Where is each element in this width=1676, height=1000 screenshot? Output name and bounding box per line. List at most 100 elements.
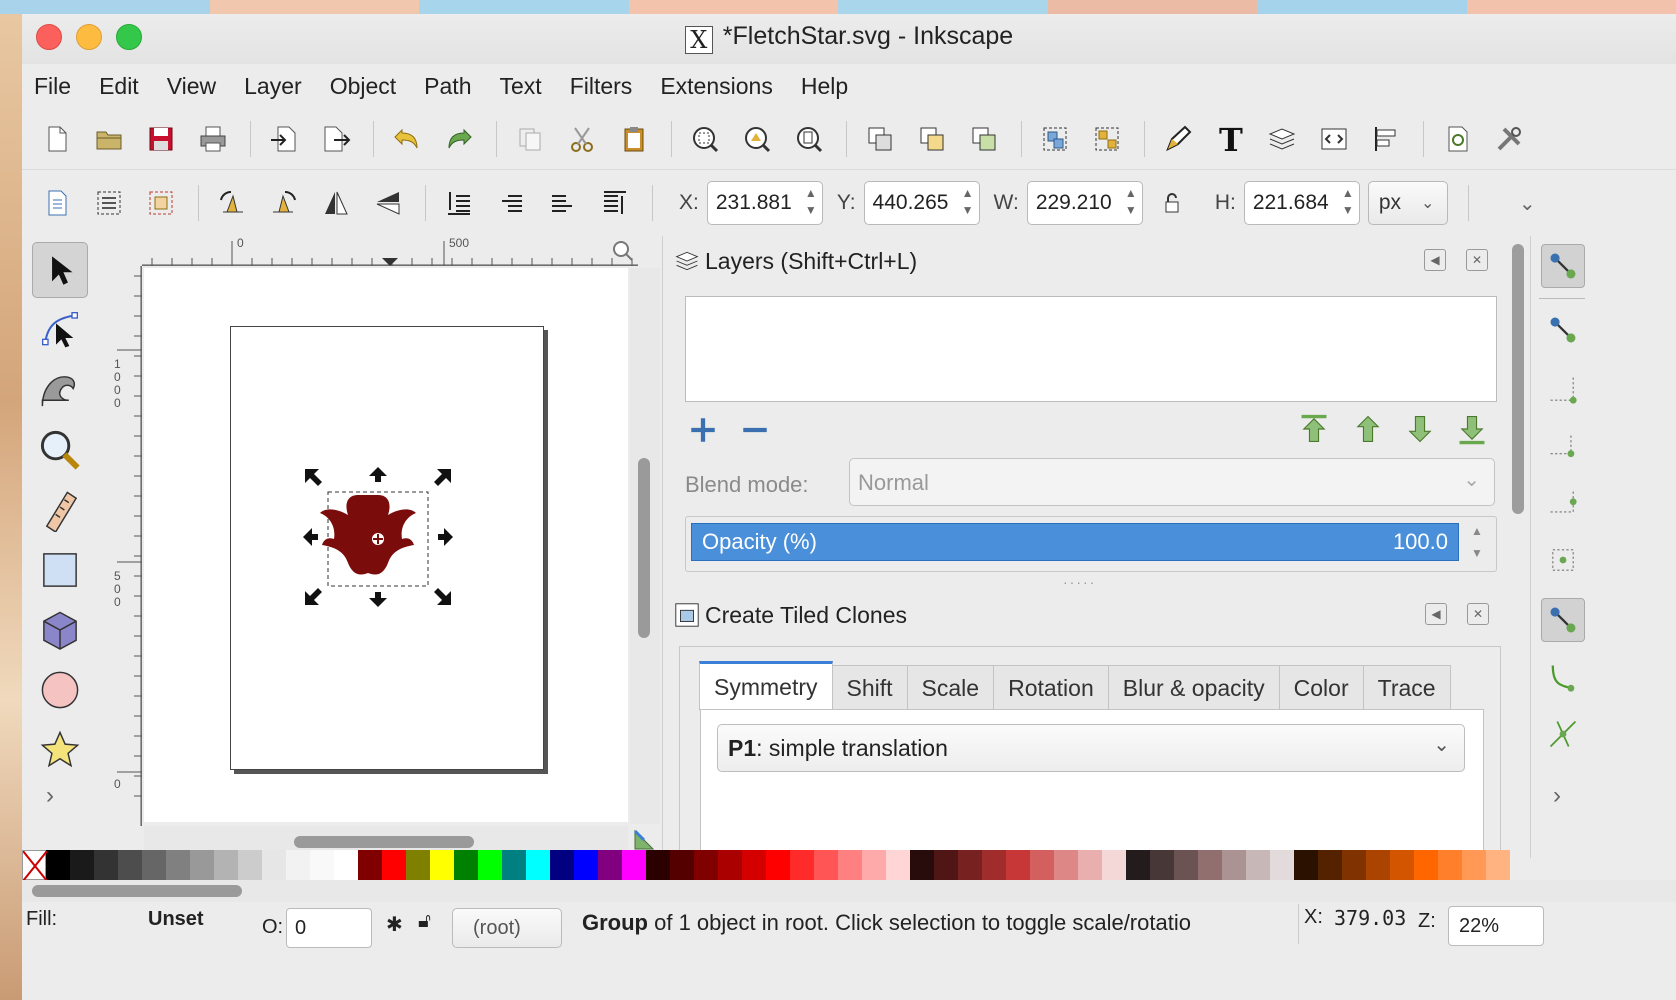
star-tool[interactable]: [32, 722, 88, 778]
layers-button[interactable]: [1261, 118, 1303, 160]
cut-button[interactable]: [561, 118, 603, 160]
tab-symmetry[interactable]: Symmetry: [699, 661, 833, 711]
palette-swatch[interactable]: [478, 850, 502, 880]
menu-text[interactable]: Text: [500, 73, 542, 100]
vertical-scroll-thumb[interactable]: [638, 458, 650, 638]
menu-edit[interactable]: Edit: [99, 73, 139, 100]
canvas-vertical-scrollbar[interactable]: [630, 268, 660, 824]
symmetry-select[interactable]: P1: simple translation ⌄: [717, 724, 1465, 772]
palette-swatch[interactable]: [766, 850, 790, 880]
opacity-spin-arrows[interactable]: ▲ ▼: [1459, 520, 1495, 566]
zoom-input[interactable]: 22%: [1448, 906, 1544, 946]
x-coordinate-input[interactable]: 231.881 ▲ ▼: [706, 181, 823, 225]
measure-tool[interactable]: [32, 482, 88, 538]
palette-swatch[interactable]: [1198, 850, 1222, 880]
node-tool[interactable]: [32, 302, 88, 358]
palette-swatch[interactable]: [310, 850, 334, 880]
unlink-clone-button[interactable]: [963, 118, 1005, 160]
layer-visibility-icon[interactable]: ✱: [386, 912, 403, 937]
layers-close-button[interactable]: ✕: [1466, 249, 1488, 271]
tab-color[interactable]: Color: [1278, 665, 1364, 711]
menu-help[interactable]: Help: [801, 73, 848, 100]
x-spin-arrows[interactable]: ▲ ▼: [803, 185, 819, 221]
palette-swatch[interactable]: [262, 850, 286, 880]
rotate-cw-button[interactable]: [263, 182, 305, 224]
palette-swatch[interactable]: [694, 850, 718, 880]
palette-swatch[interactable]: [1366, 850, 1390, 880]
palette-swatch[interactable]: [838, 850, 862, 880]
dock-scrollbar[interactable]: [1506, 236, 1530, 858]
palette-swatch[interactable]: [574, 850, 598, 880]
snap-paths-toggle[interactable]: [1541, 656, 1585, 700]
flip-horizontal-button[interactable]: [315, 182, 357, 224]
palette-swatch[interactable]: [70, 850, 94, 880]
palette-swatch[interactable]: [286, 850, 310, 880]
height-spin-arrows[interactable]: ▲ ▼: [1340, 185, 1356, 221]
flip-vertical-button[interactable]: [367, 182, 409, 224]
no-paint-swatch[interactable]: [22, 850, 48, 882]
raise-button[interactable]: [490, 182, 532, 224]
palette-swatch[interactable]: [1126, 850, 1150, 880]
lower-button[interactable]: [542, 182, 584, 224]
palette-swatch[interactable]: [934, 850, 958, 880]
add-layer-button[interactable]: [687, 414, 719, 451]
zoom-selection-button[interactable]: [684, 118, 726, 160]
more-snap-chevron-icon[interactable]: ›: [1553, 782, 1561, 810]
palette-swatch[interactable]: [406, 850, 430, 880]
tweak-tool[interactable]: [32, 362, 88, 418]
3d-box-tool[interactable]: [32, 602, 88, 658]
palette-scrollbar[interactable]: [22, 880, 1676, 902]
palette-swatch[interactable]: [550, 850, 574, 880]
menu-layer[interactable]: Layer: [244, 73, 302, 100]
menu-file[interactable]: File: [34, 73, 71, 100]
zoom-corner-button[interactable]: [608, 236, 638, 266]
palette-swatch[interactable]: [1270, 850, 1294, 880]
select-all-button[interactable]: [36, 182, 78, 224]
import-button[interactable]: [263, 118, 305, 160]
palette-swatch[interactable]: [910, 850, 934, 880]
palette-swatch[interactable]: [526, 850, 550, 880]
tiled-close-button[interactable]: ✕: [1467, 603, 1489, 625]
redo-button[interactable]: [438, 118, 480, 160]
rotate-ccw-button[interactable]: [211, 182, 253, 224]
height-input[interactable]: 221.684 ▲ ▼: [1243, 181, 1360, 225]
select-all-layers-button[interactable]: [88, 182, 130, 224]
palette-swatch[interactable]: [1006, 850, 1030, 880]
raise-to-top-button[interactable]: [438, 182, 480, 224]
y-coordinate-input[interactable]: 440.265 ▲ ▼: [863, 181, 980, 225]
dock-scroll-thumb[interactable]: [1512, 244, 1524, 514]
new-document-button[interactable]: [36, 118, 78, 160]
selector-tool[interactable]: [32, 242, 88, 298]
tab-trace[interactable]: Trace: [1362, 665, 1451, 711]
palette-swatch[interactable]: [982, 850, 1006, 880]
tab-shift[interactable]: Shift: [831, 665, 908, 711]
lower-to-bottom-button[interactable]: [594, 182, 636, 224]
palette-swatch[interactable]: [502, 850, 526, 880]
panel-resize-handle[interactable]: ·····: [1063, 574, 1096, 590]
palette-swatch[interactable]: [1486, 850, 1510, 880]
preferences-button[interactable]: [1488, 118, 1530, 160]
overflow-chevron-icon[interactable]: ⌄: [1519, 191, 1536, 216]
snap-intersections-toggle[interactable]: [1541, 712, 1585, 756]
clone-button[interactable]: [911, 118, 953, 160]
palette-swatch[interactable]: [1174, 850, 1198, 880]
blend-mode-select[interactable]: Normal ⌄: [849, 458, 1495, 506]
palette-swatch[interactable]: [1102, 850, 1126, 880]
zoom-tool[interactable]: [32, 422, 88, 478]
palette-swatch[interactable]: [1462, 850, 1486, 880]
palette-swatch[interactable]: [1246, 850, 1270, 880]
menu-view[interactable]: View: [167, 73, 216, 100]
palette-swatch[interactable]: [1150, 850, 1174, 880]
palette-swatch[interactable]: [190, 850, 214, 880]
palette-swatch[interactable]: [214, 850, 238, 880]
layer-to-bottom-button[interactable]: [1455, 412, 1489, 451]
palette-swatch[interactable]: [358, 850, 382, 880]
width-input[interactable]: 229.210 ▲ ▼: [1026, 181, 1143, 225]
fletch-star-selection[interactable]: [303, 467, 453, 607]
palette-swatch[interactable]: [1438, 850, 1462, 880]
export-button[interactable]: [315, 118, 357, 160]
remove-layer-button[interactable]: [739, 414, 771, 451]
palette-swatch[interactable]: [166, 850, 190, 880]
palette-swatch[interactable]: [958, 850, 982, 880]
palette-swatch[interactable]: [646, 850, 670, 880]
